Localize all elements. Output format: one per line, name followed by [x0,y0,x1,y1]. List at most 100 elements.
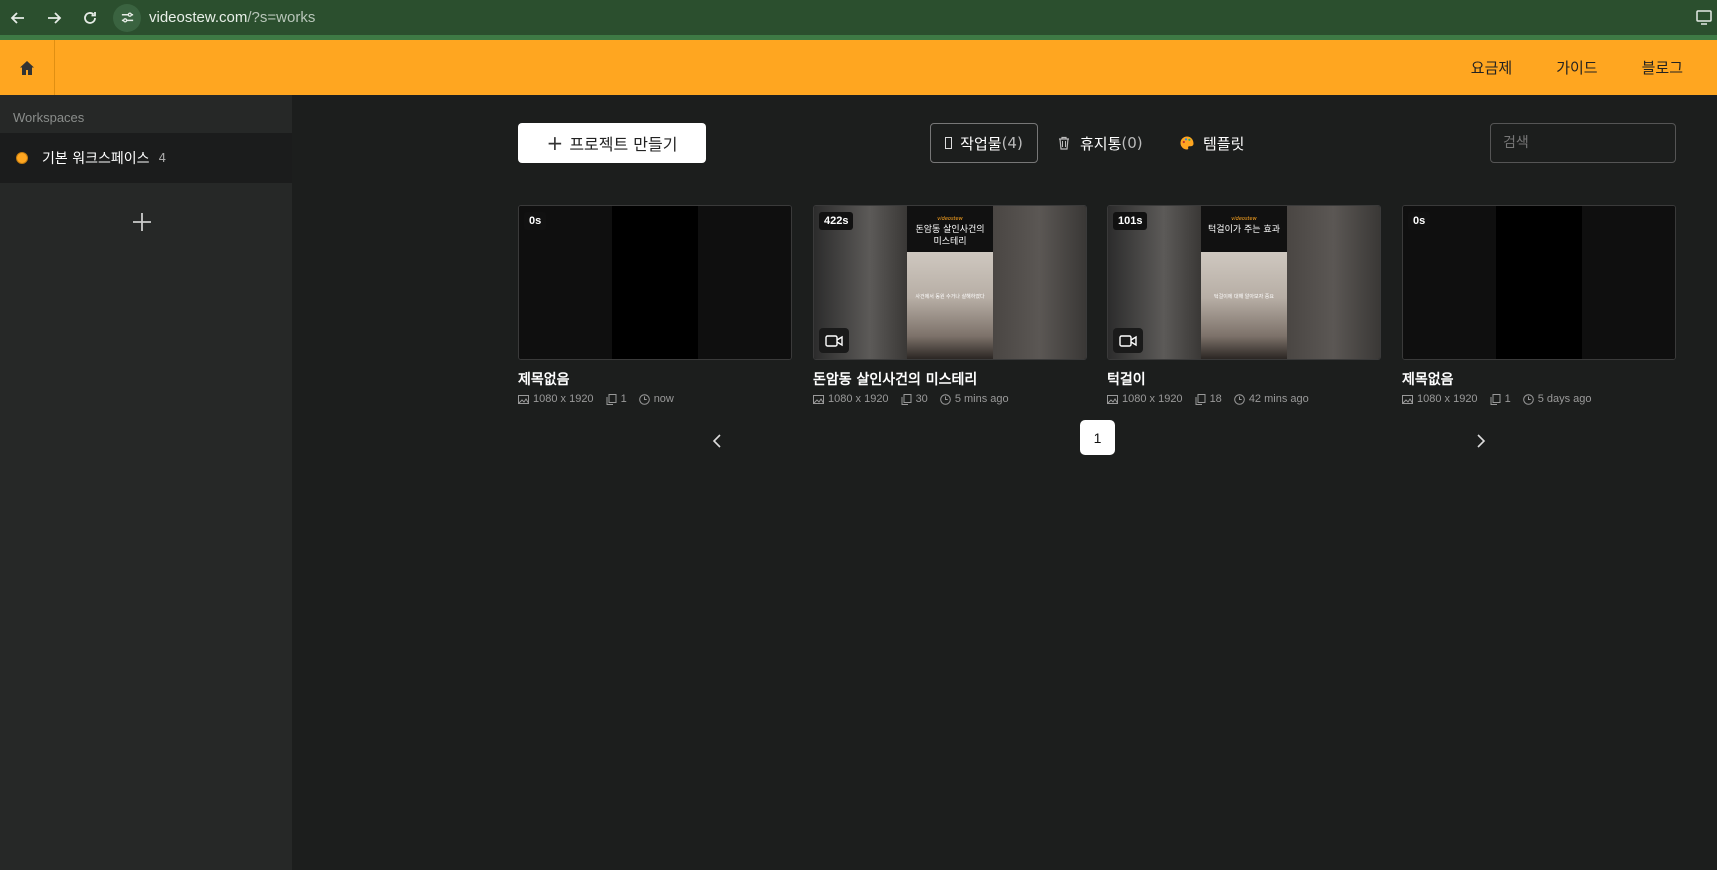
reload-icon [84,11,96,24]
meta-time: now [638,393,674,405]
pager-prev-icon[interactable] [708,431,728,451]
scene-count: 18 [1209,393,1222,405]
project-card[interactable]: 0s 제목없음 1080 x 1920 1 5 days ago [1402,205,1676,405]
workspace-dot-icon [16,152,28,164]
project-card[interactable]: 0s 제목없음 1080 x 1920 1 now [518,205,792,405]
copy-icon [1195,393,1206,405]
image-icon [813,394,824,404]
modified-time: 42 mins ago [1248,393,1309,405]
duration-badge: 0s [1408,212,1431,230]
thumb-subtitle: 사건에서 동원 수거나 살해하였다 [915,294,985,300]
scene-count: 1 [620,393,627,405]
thumb-right [993,206,1086,359]
trash-label: 휴지통 [1080,134,1122,153]
project-thumbnail[interactable]: videostew 턱걸이가 주는 효과 턱걸이에 대해 알아보자 중요 101… [1107,205,1381,360]
tab-works[interactable]: 작업물 (4) [930,123,1038,163]
copy-icon [901,393,912,405]
pager-page-button[interactable]: 1 [1080,420,1115,455]
meta-resolution: 1080 x 1920 [813,393,889,405]
nav-pricing-link[interactable]: 요금제 [1471,57,1512,78]
project-card[interactable]: videostew 턱걸이가 주는 효과 턱걸이에 대해 알아보자 중요 101… [1107,205,1381,405]
thumb-logo: videostew [937,216,963,222]
header-nav: 요금제 가이드 블로그 [1449,40,1705,95]
modified-time: 5 days ago [1537,393,1592,405]
url-path: /?s=works [247,9,316,26]
meta-time: 5 days ago [1522,393,1592,405]
project-meta: 1080 x 1920 1 now [518,393,792,405]
tab-trash[interactable]: 휴지통 (0) [1057,123,1143,163]
nav-guide-link[interactable]: 가이드 [1556,57,1597,78]
search-input[interactable] [1490,123,1676,163]
scene-count: 30 [915,393,928,405]
meta-time: 42 mins ago [1234,393,1309,405]
trash-icon [1059,136,1069,150]
workspace-count: 4 [158,151,167,165]
meta-resolution: 1080 x 1920 [1402,393,1478,405]
sidebar: Workspaces 기본 워크스페이스 4 [0,95,292,870]
arrow-right-icon [48,11,62,24]
clock-icon [1522,393,1534,405]
url-text: videostew.com/?s=works [149,9,315,26]
thumb-title: 턱걸이가 주는 효과 [1208,225,1280,235]
nav-blog-link[interactable]: 블로그 [1642,57,1683,78]
workspace-item[interactable]: 기본 워크스페이스 4 [0,133,292,183]
thumb-right [698,206,791,359]
image-icon [1107,394,1118,404]
thumb-subtitle: 턱걸이에 대해 알아보자 중요 [1214,294,1274,300]
project-meta: 1080 x 1920 18 42 mins ago [1107,393,1381,405]
thumb-center [1496,206,1582,359]
thumb-logo: videostew [1231,216,1257,222]
meta-time: 5 mins ago [940,393,1009,405]
cast-icon[interactable] [1695,8,1713,26]
url-host: videostew.com [149,9,248,26]
project-title[interactable]: 제목없음 [518,369,792,389]
modified-time: now [653,393,674,405]
address-bar[interactable]: videostew.com/?s=works [113,3,1668,32]
project-card[interactable]: videostew 돈암동 살인사건의 미스테리 사건에서 동원 수거나 살해하… [813,205,1087,405]
reload-button[interactable] [72,0,108,35]
copy-icon [606,393,617,405]
resolution-text: 1080 x 1920 [1417,393,1478,405]
project-meta: 1080 x 1920 30 5 mins ago [813,393,1087,405]
modified-time: 5 mins ago [954,393,1009,405]
scene-count: 1 [1504,393,1511,405]
meta-scenes: 30 [901,393,928,405]
project-thumbnail[interactable]: 0s [518,205,792,360]
copy-icon [1490,393,1501,405]
add-workspace-icon[interactable] [130,210,154,234]
home-button[interactable] [0,40,55,95]
app-header: 요금제 가이드 블로그 [0,40,1717,95]
workspaces-heading: Workspaces [13,110,85,125]
browser-toolbar: videostew.com/?s=works [0,0,1717,35]
project-title[interactable]: 돈암동 살인사건의 미스테리 [813,369,1087,389]
forward-button[interactable] [36,0,72,35]
resolution-text: 1080 x 1920 [828,393,889,405]
meta-resolution: 1080 x 1920 [1107,393,1183,405]
tab-templates[interactable]: 템플릿 [1179,123,1244,163]
project-title[interactable]: 턱걸이 [1107,369,1381,389]
project-grid: 0s 제목없음 1080 x 1920 1 now videostew 돈암동 … [518,205,1678,405]
thumb-title: 돈암동 살인사건의 미스테리 [915,225,985,247]
duration-badge: 422s [819,212,854,230]
duration-badge: 0s [524,212,547,230]
pager-next-icon[interactable] [1470,431,1490,451]
back-button[interactable] [0,0,36,35]
duration-badge: 101s [1113,212,1148,230]
site-info-button[interactable] [113,3,141,32]
workspace-name: 기본 워크스페이스 [42,151,150,167]
thumb-center [612,206,698,359]
create-project-label: 프로젝트 만들기 [569,135,678,154]
create-project-button[interactable]: + 프로젝트 만들기 [518,123,706,163]
thumb-right [1582,206,1675,359]
image-icon [1402,394,1413,404]
project-title[interactable]: 제목없음 [1402,369,1676,389]
thumb-center: videostew 턱걸이가 주는 효과 턱걸이에 대해 알아보자 중요 [1201,206,1287,359]
project-thumbnail[interactable]: videostew 돈암동 살인사건의 미스테리 사건에서 동원 수거나 살해하… [813,205,1087,360]
templates-label: 템플릿 [1203,134,1245,153]
meta-resolution: 1080 x 1920 [518,393,594,405]
video-camera-icon [1113,328,1143,353]
thumb-right [1287,206,1380,359]
tune-icon [121,12,133,23]
project-thumbnail[interactable]: 0s [1402,205,1676,360]
clock-icon [1234,393,1245,405]
